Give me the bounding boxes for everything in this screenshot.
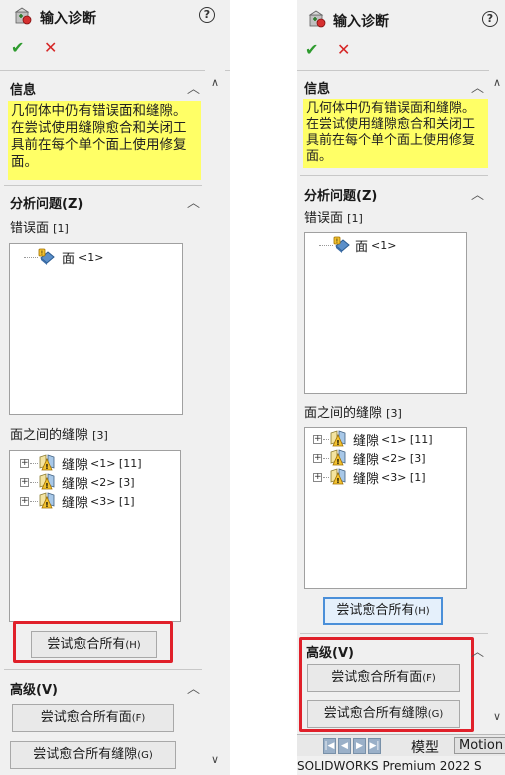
advanced-section-heading: 高级(V) <box>306 646 354 661</box>
info-section-heading: 信息 <box>304 82 331 97</box>
title-bar: 输入诊断 ? <box>0 0 230 34</box>
panel-title: 输入诊断 <box>40 11 96 27</box>
first-tab-icon[interactable]: |◀ <box>323 738 336 754</box>
left-property-manager: 输入诊断 ? ✔ ✕ 信息 ︿ 几何体中仍有错误面和缝隙。在尝试使用缝隙愈合和关… <box>0 0 230 775</box>
gap-warning-icon <box>330 430 346 448</box>
import-diagnostics-icon <box>15 7 32 25</box>
analyze-section-heading: 分析问题(Z) <box>304 189 378 204</box>
expand-icon[interactable]: + <box>313 435 322 444</box>
tab-model[interactable]: 模型 <box>411 737 439 757</box>
gaps-label: 面之间的缝隙 [3] <box>304 406 402 421</box>
analyze-section-heading: 分析问题(Z) <box>10 197 84 212</box>
vertical-scrollbar[interactable]: ∧ ∨ <box>489 70 505 730</box>
tree-item-gap-3[interactable]: + 缝隙 <3> [1] <box>20 492 180 511</box>
collapse-chevron-icon[interactable]: ︿ <box>471 641 484 660</box>
info-message: 几何体中仍有错误面和缝隙。在尝试使用缝隙愈合和关闭工具前在每个单个面上使用修复面… <box>8 101 201 180</box>
heal-all-gaps-button[interactable]: 尝试愈合所有缝隙(G) <box>10 741 176 769</box>
faulty-faces-label: 错误面 [1] <box>10 221 69 236</box>
faulty-faces-list[interactable]: 面 <1> <box>304 232 467 394</box>
gap-warning-icon <box>39 454 55 472</box>
gaps-list[interactable]: + 缝隙 <1> [11] + 缝隙 <2> [3] + 缝隙 <3> [1] <box>304 427 467 589</box>
last-tab-icon[interactable]: ▶| <box>368 738 381 754</box>
ok-icon[interactable]: ✔ <box>11 38 24 57</box>
scroll-up-icon[interactable]: ∧ <box>207 76 223 89</box>
tree-item-gap-1[interactable]: + 缝隙 <1> [11] <box>20 454 180 473</box>
expand-icon[interactable]: + <box>20 497 29 506</box>
faulty-faces-list[interactable]: 面 <1> <box>9 243 183 415</box>
right-property-manager: 输入诊断 ? ✔ ✕ 信息 ︿ 几何体中仍有错误面和缝隙。在尝试使用缝隙愈合和关… <box>297 0 505 775</box>
title-bar: 输入诊断 ? <box>297 0 505 34</box>
faulty-face-icon <box>333 236 350 254</box>
help-icon[interactable]: ? <box>482 11 498 27</box>
tree-item-gap-3[interactable]: + 缝隙 <3> [1] <box>313 468 463 487</box>
scroll-down-icon[interactable]: ∨ <box>489 710 505 723</box>
collapse-chevron-icon[interactable]: ︿ <box>187 678 200 697</box>
heal-all-gaps-button[interactable]: 尝试愈合所有缝隙(G) <box>307 700 460 728</box>
gaps-label: 面之间的缝隙 [3] <box>10 428 108 443</box>
gap-warning-icon <box>330 449 346 467</box>
tab-motion[interactable]: Motion <box>454 737 505 754</box>
tree-item-gap-1[interactable]: + 缝隙 <1> [11] <box>313 430 463 449</box>
gap-warning-icon <box>330 468 346 486</box>
bottom-tab-bar: |◀ ◀ ▶ ▶| 模型 Motion <box>297 734 505 756</box>
import-diagnostics-icon <box>309 10 326 28</box>
heal-all-faces-button[interactable]: 尝试愈合所有面(F) <box>12 704 174 732</box>
heal-all-faces-button[interactable]: 尝试愈合所有面(F) <box>307 664 460 692</box>
prev-tab-icon[interactable]: ◀ <box>338 738 351 754</box>
expand-icon[interactable]: + <box>313 473 322 482</box>
vertical-scrollbar[interactable]: ∧ ∨ <box>205 70 225 775</box>
expand-icon[interactable]: + <box>20 478 29 487</box>
info-message: 几何体中仍有错误面和缝隙。在尝试使用缝隙愈合和关闭工具前在每个单个面上使用修复面… <box>303 99 488 168</box>
status-bar-text: SOLIDWORKS Premium 2022 S <box>297 759 482 773</box>
heal-all-button[interactable]: 尝试愈合所有(H) <box>31 631 157 658</box>
faulty-face-icon <box>38 248 55 266</box>
tree-item-gap-2[interactable]: + 缝隙 <2> [3] <box>20 473 180 492</box>
collapse-chevron-icon[interactable]: ︿ <box>187 192 200 211</box>
info-section-heading: 信息 <box>10 83 37 98</box>
collapse-chevron-icon[interactable]: ︿ <box>471 77 484 96</box>
advanced-section-heading: 高级(V) <box>10 683 58 698</box>
expand-icon[interactable]: + <box>20 459 29 468</box>
panel-title: 输入诊断 <box>333 14 389 30</box>
heal-all-button[interactable]: 尝试愈合所有(H) <box>323 597 443 625</box>
gaps-list[interactable]: + 缝隙 <1> [11] + 缝隙 <2> [3] + 缝隙 <3> [1] <box>9 450 181 622</box>
next-tab-icon[interactable]: ▶ <box>353 738 366 754</box>
cancel-icon[interactable]: ✕ <box>44 38 57 57</box>
ok-icon[interactable]: ✔ <box>305 40 318 59</box>
tree-item-gap-2[interactable]: + 缝隙 <2> [3] <box>313 449 463 468</box>
tree-item-face-1[interactable]: 面 <1> <box>24 248 174 267</box>
scroll-down-icon[interactable]: ∨ <box>207 753 223 766</box>
help-icon[interactable]: ? <box>199 7 215 23</box>
tree-item-face-1[interactable]: 面 <1> <box>319 236 459 255</box>
cancel-icon[interactable]: ✕ <box>337 40 350 59</box>
faulty-faces-label: 错误面 [1] <box>304 211 363 226</box>
collapse-chevron-icon[interactable]: ︿ <box>187 78 200 97</box>
expand-icon[interactable]: + <box>313 454 322 463</box>
collapse-chevron-icon[interactable]: ︿ <box>471 184 484 203</box>
scroll-up-icon[interactable]: ∧ <box>489 76 505 89</box>
gap-warning-icon <box>39 492 55 510</box>
gap-warning-icon <box>39 473 55 491</box>
